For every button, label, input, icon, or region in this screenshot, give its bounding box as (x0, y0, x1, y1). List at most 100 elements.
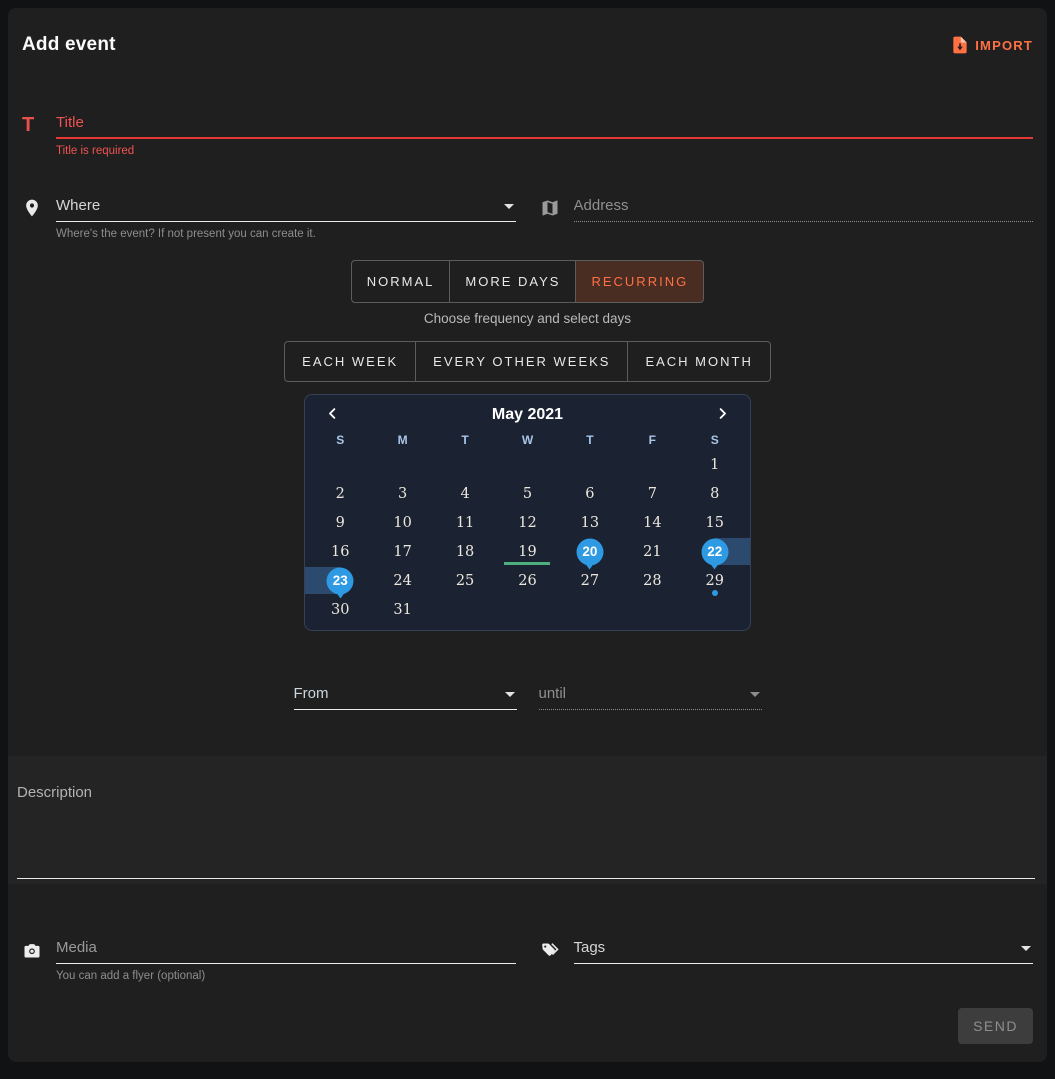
calendar-weekday-label: T (559, 433, 621, 447)
file-import-icon (950, 35, 970, 55)
calendar-day-10[interactable]: 10 (371, 508, 433, 537)
from-field[interactable]: From (294, 685, 517, 710)
description-field[interactable]: Description (8, 756, 1047, 884)
calendar-day-number: 30 (331, 602, 349, 618)
calendar-day-24[interactable]: 24 (371, 566, 433, 595)
calendar-day-6[interactable]: 6 (559, 479, 621, 508)
calendar-empty-cell (684, 595, 746, 624)
calendar-day-number: 4 (460, 486, 469, 502)
dialog-actions: SEND (22, 1008, 1033, 1044)
import-button[interactable]: IMPORT (950, 35, 1033, 55)
calendar-day-15[interactable]: 15 (684, 508, 746, 537)
calendar-day-3[interactable]: 3 (371, 479, 433, 508)
calendar-day-4[interactable]: 4 (434, 479, 496, 508)
calendar-empty-cell (371, 450, 433, 479)
description-underline (17, 878, 1035, 879)
calendar-empty-cell (496, 595, 558, 624)
calendar-weekday-label: S (684, 433, 746, 447)
freq-each-month[interactable]: EACH MONTH (627, 341, 770, 382)
where-field[interactable]: Where Where's the event? If not present … (22, 197, 516, 240)
time-range-row: From until (22, 685, 1033, 710)
calendar-day-17[interactable]: 17 (371, 537, 433, 566)
event-mode-tabs: NORMAL MORE DAYS RECURRING (22, 260, 1033, 303)
calendar-day-number: 16 (331, 544, 349, 560)
calendar-day-number: 23 (333, 573, 348, 588)
tab-recurring[interactable]: RECURRING (575, 260, 704, 303)
title-input[interactable] (56, 114, 1033, 131)
calendar-day-number: 25 (456, 573, 474, 589)
calendar-day-number: 12 (518, 515, 536, 531)
calendar-day-number: 24 (393, 573, 411, 589)
calendar-day-number: 27 (581, 573, 599, 589)
prev-month-button[interactable] (325, 406, 340, 424)
calendar-day-21[interactable]: 21 (621, 537, 683, 566)
tab-normal[interactable]: NORMAL (351, 260, 451, 303)
calendar-day-1[interactable]: 1 (684, 450, 746, 479)
calendar-day-18[interactable]: 18 (434, 537, 496, 566)
freq-each-week[interactable]: EACH WEEK (284, 341, 416, 382)
calendar-day-number: 14 (643, 515, 661, 531)
calendar-day-14[interactable]: 14 (621, 508, 683, 537)
calendar-day-number: 7 (648, 486, 657, 502)
calendar-day-5[interactable]: 5 (496, 479, 558, 508)
calendar-day-26[interactable]: 26 (496, 566, 558, 595)
next-month-button[interactable] (715, 406, 730, 424)
calendar-day-13[interactable]: 13 (559, 508, 621, 537)
calendar-day-number: 19 (518, 544, 536, 560)
calendar-week-row: 2 3 4 5 6 7 8 (309, 479, 746, 508)
calendar-day-30[interactable]: 30 (309, 595, 371, 624)
calendar-day-number: 6 (585, 486, 594, 502)
calendar-day-22[interactable]: 22 (684, 537, 746, 566)
address-input[interactable] (574, 197, 1034, 214)
calendar-empty-cell (434, 450, 496, 479)
calendar-day-19[interactable]: 19 (496, 537, 558, 566)
media-tags-row: You can add a flyer (optional) Tags (22, 939, 1033, 982)
calendar-day-number: 21 (643, 544, 661, 560)
frequency-tabs: EACH WEEK EVERY OTHER WEEKS EACH MONTH (22, 341, 1033, 382)
calendar-week-row: 30 31 (309, 595, 746, 624)
chevron-left-icon (325, 406, 340, 424)
calendar-day-28[interactable]: 28 (621, 566, 683, 595)
calendar-day-number: 22 (707, 544, 722, 559)
calendar-day-8[interactable]: 8 (684, 479, 746, 508)
calendar-weekday-label: F (621, 433, 683, 447)
media-input[interactable] (56, 939, 516, 956)
tags-icon (540, 939, 566, 966)
calendar-empty-cell (621, 450, 683, 479)
calendar-month-label: May 2021 (340, 406, 715, 424)
calendar-week-row: 1 (309, 450, 746, 479)
chevron-down-icon (750, 692, 760, 697)
frequency-caption: Choose frequency and select days (22, 311, 1033, 326)
from-select-value: From (294, 685, 497, 702)
calendar-day-number: 10 (393, 515, 411, 531)
calendar-day-number: 2 (336, 486, 345, 502)
calendar-day-31[interactable]: 31 (371, 595, 433, 624)
description-label: Description (17, 784, 1035, 801)
calendar-day-7[interactable]: 7 (621, 479, 683, 508)
calendar-week-row: 9 10 11 12 13 14 15 (309, 508, 746, 537)
map-icon (540, 197, 566, 223)
calendar-day-29[interactable]: 29 (684, 566, 746, 595)
chevron-down-icon (505, 692, 515, 697)
calendar-grid: 1234567891011121314151617181920212223242… (309, 450, 746, 624)
calendar-day-9[interactable]: 9 (309, 508, 371, 537)
calendar-day-20[interactable]: 20 (559, 537, 621, 566)
calendar-day-2[interactable]: 2 (309, 479, 371, 508)
freq-every-other-weeks[interactable]: EVERY OTHER WEEKS (415, 341, 628, 382)
calendar-weekday-label: S (309, 433, 371, 447)
calendar-day-12[interactable]: 12 (496, 508, 558, 537)
calendar-empty-cell (434, 595, 496, 624)
tags-field[interactable]: Tags (540, 939, 1034, 966)
import-button-label: IMPORT (975, 38, 1033, 53)
calendar-day-11[interactable]: 11 (434, 508, 496, 537)
calendar-day-25[interactable]: 25 (434, 566, 496, 595)
calendar-day-16[interactable]: 16 (309, 537, 371, 566)
calendar-weekday-label: M (371, 433, 433, 447)
tab-more-days[interactable]: MORE DAYS (449, 260, 576, 303)
until-field: until (539, 685, 762, 710)
calendar-day-27[interactable]: 27 (559, 566, 621, 595)
send-button[interactable]: SEND (958, 1008, 1033, 1044)
calendar-header: May 2021 (309, 404, 746, 424)
calendar-week-row: 16 1718 19 20 21 22 (309, 537, 746, 566)
calendar-day-23[interactable]: 23 (309, 566, 371, 595)
